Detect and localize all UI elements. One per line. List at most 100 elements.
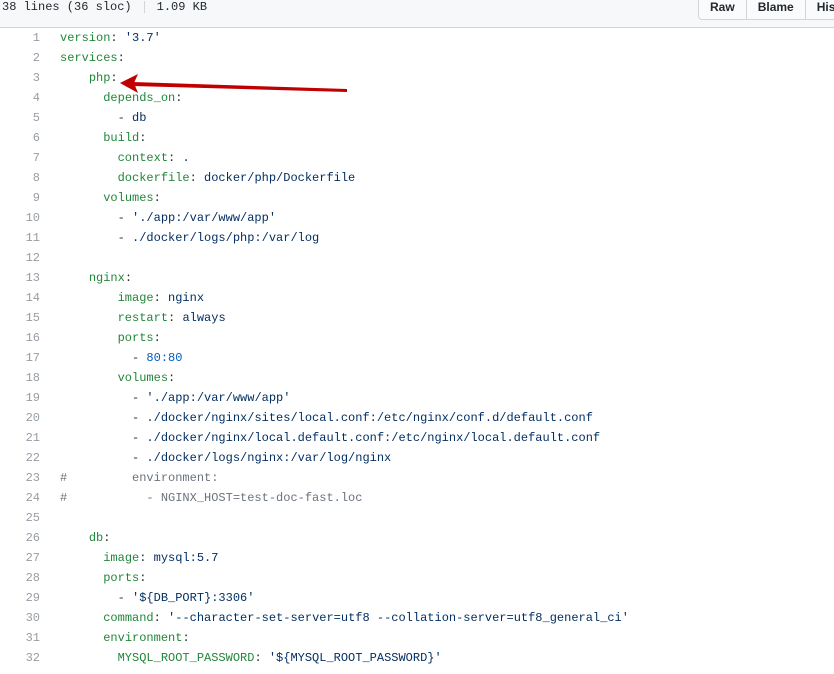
- line-number[interactable]: 17: [0, 348, 40, 368]
- file-info: 38 lines (36 sloc) 1.09 KB: [2, 0, 207, 14]
- code-line: 4 depends_on:: [0, 88, 834, 108]
- line-number[interactable]: 15: [0, 308, 40, 328]
- code-content: - db: [60, 108, 147, 128]
- line-number[interactable]: 30: [0, 608, 40, 628]
- line-number[interactable]: 5: [0, 108, 40, 128]
- code-content: volumes:: [60, 188, 161, 208]
- history-button[interactable]: Hist: [804, 0, 834, 20]
- code-token: 80:80: [146, 351, 183, 365]
- line-number[interactable]: 13: [0, 268, 40, 288]
- code-token: environment: [103, 631, 183, 645]
- code-line: 1 version: '3.7': [0, 28, 834, 48]
- code-token: :: [117, 51, 125, 65]
- code-token: ports: [117, 331, 154, 345]
- line-number[interactable]: 19: [0, 388, 40, 408]
- line-number[interactable]: 26: [0, 528, 40, 548]
- line-number[interactable]: 24: [0, 488, 40, 508]
- code-content: restart: always: [60, 308, 226, 328]
- line-number[interactable]: 1: [0, 28, 40, 48]
- line-number[interactable]: 25: [0, 508, 40, 528]
- file-actions: Raw Blame Hist: [698, 0, 834, 20]
- code-token: :: [189, 171, 205, 185]
- code-line: 9 volumes:: [0, 188, 834, 208]
- code-line: 16 ports:: [0, 328, 834, 348]
- code-line: 29 - '${DB_PORT}:3306': [0, 588, 834, 608]
- line-number[interactable]: 9: [0, 188, 40, 208]
- raw-button[interactable]: Raw: [698, 0, 747, 20]
- file-size: 1.09 KB: [156, 0, 208, 14]
- line-number[interactable]: 18: [0, 368, 40, 388]
- line-number[interactable]: 20: [0, 408, 40, 428]
- line-number[interactable]: 3: [0, 68, 40, 88]
- line-number[interactable]: 11: [0, 228, 40, 248]
- code-line: 27 image: mysql:5.7: [0, 548, 834, 568]
- code-token: './app:/var/www/app': [146, 391, 291, 405]
- code-token: -: [60, 211, 133, 225]
- code-token: context: [117, 151, 169, 165]
- line-number[interactable]: 8: [0, 168, 40, 188]
- code-token: :: [139, 571, 147, 585]
- line-number[interactable]: 6: [0, 128, 40, 148]
- code-content: command: '--character-set-server=utf8 --…: [60, 608, 629, 628]
- line-number[interactable]: 7: [0, 148, 40, 168]
- code-token: depends_on: [103, 91, 176, 105]
- code-token: MYSQL_ROOT_PASSWORD: [117, 651, 255, 665]
- code-token: -: [60, 411, 147, 425]
- lines-count: 38 lines (36 sloc): [2, 0, 132, 14]
- line-number[interactable]: 16: [0, 328, 40, 348]
- code-token: ./docker/nginx/local.default.conf:/etc/n…: [146, 431, 601, 445]
- code-line: 3 php:: [0, 68, 834, 88]
- code-token: ports: [103, 571, 140, 585]
- line-number[interactable]: 23: [0, 468, 40, 488]
- line-number[interactable]: 28: [0, 568, 40, 588]
- code-line: 22 - ./docker/logs/nginx:/var/log/nginx: [0, 448, 834, 468]
- code-token: volumes: [117, 371, 169, 385]
- line-number[interactable]: 27: [0, 548, 40, 568]
- line-number[interactable]: 21: [0, 428, 40, 448]
- code-content: ports:: [60, 328, 161, 348]
- code-content: context: .: [60, 148, 190, 168]
- code-content: volumes:: [60, 368, 176, 388]
- code-content: MYSQL_ROOT_PASSWORD: '${MYSQL_ROOT_PASSW…: [60, 648, 442, 668]
- line-number[interactable]: 4: [0, 88, 40, 108]
- blame-button[interactable]: Blame: [745, 0, 806, 20]
- code-token: :: [168, 371, 176, 385]
- line-number[interactable]: 10: [0, 208, 40, 228]
- line-number[interactable]: 31: [0, 628, 40, 648]
- code-content: # - NGINX_HOST=test-doc-fast.loc: [60, 488, 362, 508]
- code-line: 25: [0, 508, 834, 528]
- code-content: build:: [60, 128, 146, 148]
- code-token: ./docker/nginx/sites/local.conf:/etc/ngi…: [146, 411, 593, 425]
- line-number[interactable]: 22: [0, 448, 40, 468]
- code-token: php: [88, 71, 111, 85]
- code-line: 15 restart: always: [0, 308, 834, 328]
- line-number[interactable]: 12: [0, 248, 40, 268]
- code-token: # - NGINX_HOST=test-doc-fast.loc: [60, 491, 363, 505]
- line-number[interactable]: 29: [0, 588, 40, 608]
- code-line: 32 MYSQL_ROOT_PASSWORD: '${MYSQL_ROOT_PA…: [0, 648, 834, 668]
- code-content: db:: [60, 528, 111, 548]
- code-token: services: [60, 51, 118, 65]
- code-token: ./docker/logs/nginx:/var/log/nginx: [146, 451, 392, 465]
- code-content: dockerfile: docker/php/Dockerfile: [60, 168, 356, 188]
- code-line: 30 command: '--character-set-server=utf8…: [0, 608, 834, 628]
- code-line: 5 - db: [0, 108, 834, 128]
- code-token: :: [139, 551, 154, 565]
- line-number[interactable]: 14: [0, 288, 40, 308]
- code-token: volumes: [103, 191, 154, 205]
- code-line: 10 - './app:/var/www/app': [0, 208, 834, 228]
- line-number[interactable]: 2: [0, 48, 40, 68]
- code-token: # environment:: [60, 471, 219, 485]
- code-token: '3.7': [124, 31, 161, 45]
- code-token: :: [153, 191, 161, 205]
- line-number[interactable]: 32: [0, 648, 40, 668]
